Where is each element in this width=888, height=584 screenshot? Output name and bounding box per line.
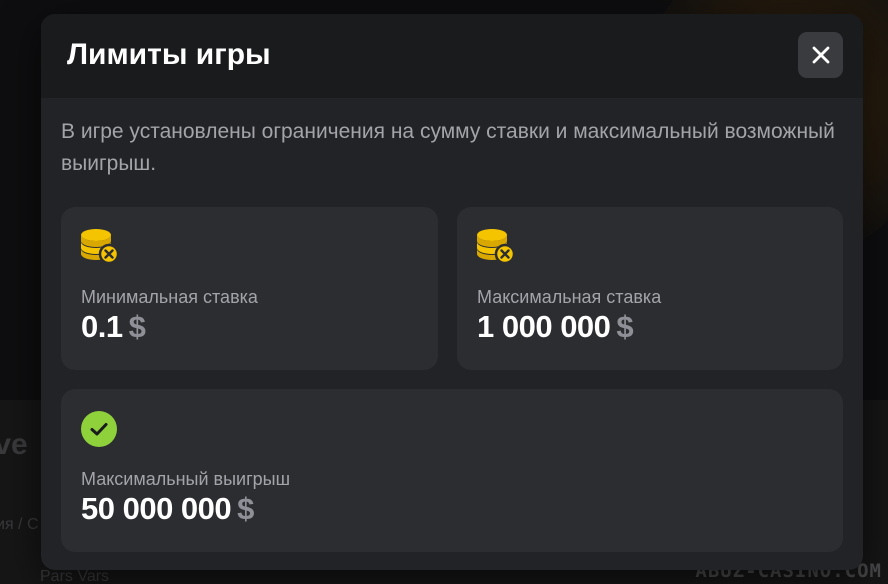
coins-x-icon — [477, 229, 516, 265]
max-bet-amount: 1 000 000 — [477, 309, 611, 344]
min-bet-currency: $ — [128, 309, 146, 344]
modal-header: Лимиты игры — [41, 14, 863, 98]
max-bet-label: Максимальная ставка — [477, 287, 662, 307]
close-button[interactable] — [798, 32, 843, 78]
backdrop-breadcrumb: ия / С — [0, 516, 39, 533]
min-bet-label: Минимальная ставка — [81, 287, 258, 307]
max-win-amount: 50 000 000 — [81, 491, 232, 526]
modal-title: Лимиты игры — [67, 38, 271, 71]
modal-description: В игре установлены ограничения на сумму … — [61, 120, 835, 175]
min-bet-value: 0.1 $ — [81, 309, 146, 345]
close-icon — [812, 46, 829, 64]
max-bet-value: 1 000 000 $ — [477, 309, 634, 345]
max-win-card: Максимальный выигрыш 50 000 000 $ — [61, 389, 843, 552]
max-win-label: Максимальный выигрыш — [81, 469, 291, 489]
backdrop-provider: Pars Vars — [40, 568, 110, 584]
min-bet-card: Минимальная ставка 0.1 $ — [61, 207, 438, 370]
backdrop-game-title: ive — [0, 428, 28, 461]
max-win-currency: $ — [237, 491, 254, 526]
max-bet-card: Максимальная ставка 1 000 000 $ — [457, 207, 843, 370]
coins-x-icon — [81, 229, 120, 265]
min-bet-amount: 0.1 — [81, 309, 123, 344]
max-bet-currency: $ — [616, 309, 634, 344]
max-win-value: 50 000 000 $ — [81, 491, 254, 527]
game-limits-modal: Лимиты игры В игре установлены ограничен… — [41, 14, 863, 570]
check-circle-icon — [81, 411, 117, 447]
